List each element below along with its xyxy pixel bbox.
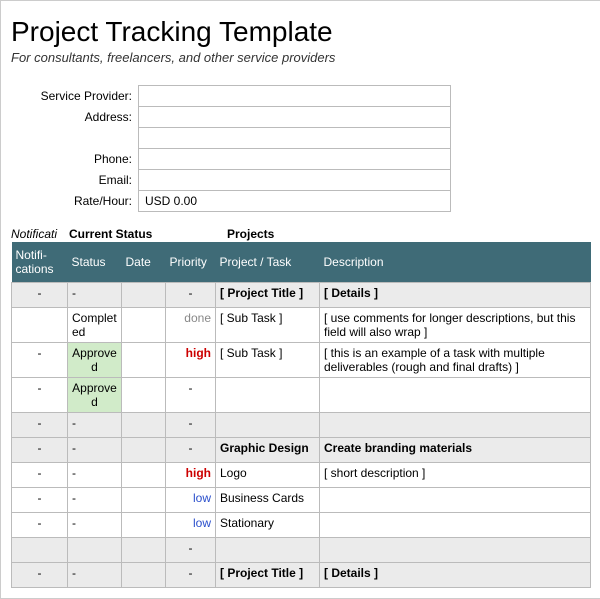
- cell-task[interactable]: [216, 378, 320, 413]
- table-row: -- highLogo[ short description ]: [12, 463, 591, 488]
- table-row: ---[ Project Title ][ Details ]: [12, 563, 591, 588]
- cell-task[interactable]: Graphic Design: [216, 438, 320, 463]
- col-date: Date: [122, 242, 166, 283]
- table-row: ---: [12, 413, 591, 438]
- table-row: ---[ Project Title ][ Details ]: [12, 283, 591, 308]
- col-notifications: Notifi-cations: [12, 242, 68, 283]
- cell-date[interactable]: [122, 538, 166, 563]
- label-address: Address:: [11, 107, 139, 128]
- cell-priority[interactable]: -: [166, 283, 216, 308]
- table-row: -- lowBusiness Cards: [12, 488, 591, 513]
- col-priority: Priority: [166, 242, 216, 283]
- cell-date[interactable]: [122, 438, 166, 463]
- cell-status[interactable]: -: [68, 283, 122, 308]
- value-rate[interactable]: USD 0.00: [139, 191, 451, 212]
- col-description: Description: [320, 242, 591, 283]
- cell-notif[interactable]: -: [12, 378, 68, 413]
- cell-task[interactable]: [216, 538, 320, 563]
- page-subtitle: For consultants, freelancers, and other …: [11, 50, 591, 65]
- table-row: ---Graphic DesignCreate branding materia…: [12, 438, 591, 463]
- cell-priority[interactable]: low: [166, 488, 216, 513]
- cell-notif[interactable]: [12, 538, 68, 563]
- cell-notif[interactable]: -: [12, 413, 68, 438]
- label-rate: Rate/Hour:: [11, 191, 139, 212]
- table-row: Completed done[ Sub Task ][ use comments …: [12, 308, 591, 343]
- value-address1[interactable]: [139, 107, 451, 128]
- cell-priority[interactable]: done: [166, 308, 216, 343]
- cell-notif[interactable]: -: [12, 438, 68, 463]
- label-provider: Service Provider:: [11, 86, 139, 107]
- cell-status[interactable]: Approved: [68, 343, 122, 378]
- table-row: -: [12, 538, 591, 563]
- cell-task[interactable]: [ Project Title ]: [216, 283, 320, 308]
- section-notifications: Notificati: [11, 227, 69, 241]
- cell-priority[interactable]: -: [166, 378, 216, 413]
- label-phone: Phone:: [11, 149, 139, 170]
- cell-date[interactable]: [122, 343, 166, 378]
- cell-task[interactable]: Logo: [216, 463, 320, 488]
- cell-date[interactable]: [122, 378, 166, 413]
- cell-description[interactable]: [ use comments for longer descriptions, …: [320, 308, 591, 343]
- cell-priority[interactable]: -: [166, 438, 216, 463]
- page-title: Project Tracking Template: [11, 16, 591, 48]
- cell-description[interactable]: [ short description ]: [320, 463, 591, 488]
- value-provider[interactable]: [139, 86, 451, 107]
- cell-description[interactable]: [ this is an example of a task with mult…: [320, 343, 591, 378]
- cell-status[interactable]: [68, 538, 122, 563]
- cell-status[interactable]: Completed: [68, 308, 122, 343]
- cell-status[interactable]: Approved: [68, 378, 122, 413]
- cell-priority[interactable]: high: [166, 463, 216, 488]
- cell-notif[interactable]: -: [12, 283, 68, 308]
- cell-status[interactable]: -: [68, 488, 122, 513]
- cell-date[interactable]: [122, 283, 166, 308]
- cell-status[interactable]: -: [68, 463, 122, 488]
- value-phone[interactable]: [139, 149, 451, 170]
- label-email: Email:: [11, 170, 139, 191]
- cell-task[interactable]: Business Cards: [216, 488, 320, 513]
- cell-task[interactable]: [216, 413, 320, 438]
- cell-task[interactable]: [ Sub Task ]: [216, 308, 320, 343]
- cell-task[interactable]: [ Sub Task ]: [216, 343, 320, 378]
- cell-status[interactable]: -: [68, 563, 122, 588]
- value-email[interactable]: [139, 170, 451, 191]
- col-task: Project / Task: [216, 242, 320, 283]
- cell-notif[interactable]: [12, 308, 68, 343]
- grid-header-row: Notifi-cations Status Date Priority Proj…: [12, 242, 591, 283]
- cell-description[interactable]: [ Details ]: [320, 283, 591, 308]
- cell-priority[interactable]: -: [166, 563, 216, 588]
- cell-priority[interactable]: -: [166, 538, 216, 563]
- table-row: -Approved-: [12, 378, 591, 413]
- label-address-blank: [11, 128, 139, 149]
- section-projects: Projects: [227, 227, 274, 241]
- section-status: Current Status: [69, 227, 227, 241]
- projects-grid: Notifi-cations Status Date Priority Proj…: [11, 242, 591, 588]
- value-address2[interactable]: [139, 128, 451, 149]
- cell-status[interactable]: -: [68, 413, 122, 438]
- col-status: Status: [68, 242, 122, 283]
- provider-info-table: Service Provider: Address: Phone: Email:…: [11, 85, 451, 212]
- cell-date[interactable]: [122, 463, 166, 488]
- cell-priority[interactable]: high: [166, 343, 216, 378]
- cell-description[interactable]: Create branding materials: [320, 438, 591, 463]
- cell-date[interactable]: [122, 308, 166, 343]
- cell-notif[interactable]: -: [12, 563, 68, 588]
- cell-description[interactable]: [320, 413, 591, 438]
- cell-notif[interactable]: -: [12, 343, 68, 378]
- cell-description[interactable]: [ Details ]: [320, 563, 591, 588]
- cell-notif[interactable]: -: [12, 488, 68, 513]
- cell-date[interactable]: [122, 488, 166, 513]
- cell-status[interactable]: -: [68, 438, 122, 463]
- cell-description[interactable]: [320, 378, 591, 413]
- cell-date[interactable]: [122, 413, 166, 438]
- cell-notif[interactable]: -: [12, 463, 68, 488]
- cell-priority[interactable]: -: [166, 413, 216, 438]
- cell-description[interactable]: [320, 538, 591, 563]
- cell-date[interactable]: [122, 563, 166, 588]
- cell-description[interactable]: [320, 488, 591, 513]
- section-headers: Notificati Current Status Projects: [11, 227, 591, 242]
- table-row: -Approved high[ Sub Task ][ this is an ex…: [12, 343, 591, 378]
- cell-task[interactable]: [ Project Title ]: [216, 563, 320, 588]
